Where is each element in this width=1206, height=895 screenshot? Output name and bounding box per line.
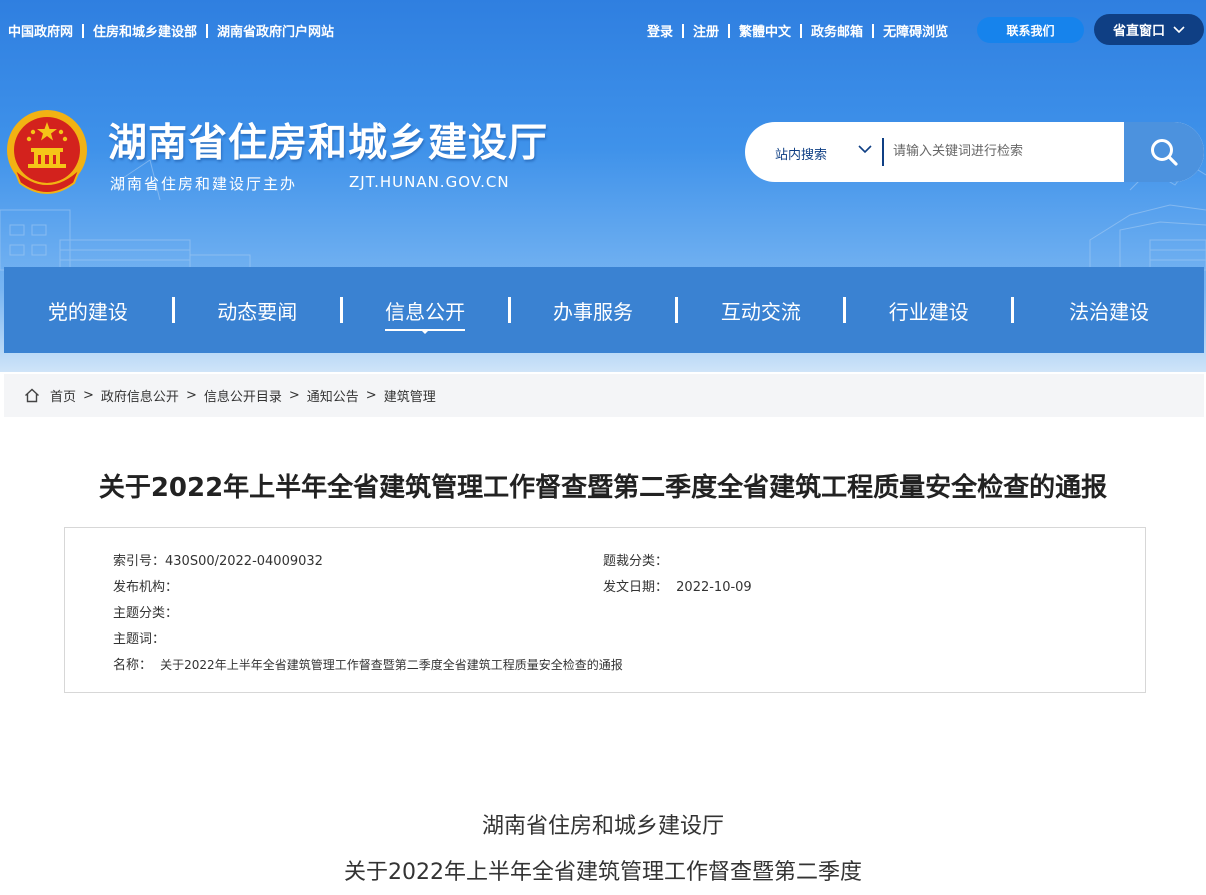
divider [872,23,875,38]
nav-item-industry[interactable]: 行业建设 [846,267,1011,353]
site-title[interactable]: 湖南省住房和城乡建设厅 [108,112,548,168]
site-url: ZJT.HUNAN.GOV.CN [349,173,510,191]
nav-item-news[interactable]: 动态要闻 [175,267,340,353]
breadcrumb-arrow-icon: > [83,388,94,403]
breadcrumb-arrow-icon: > [185,388,197,403]
meta-name: 名称： 关于2022年上半年全省建筑管理工作督查暨第二季度全省建筑工程质量安全检… [113,654,623,673]
gov-mail-link[interactable]: 政务邮箱 [811,21,863,40]
meta-keywords: 主题词： [113,632,166,647]
link-gov-cn[interactable]: 中国政府网 [8,21,73,40]
traditional-chinese-link[interactable]: 繁體中文 [739,21,791,40]
link-hunan-gov[interactable]: 湖南省政府门户网站 [217,21,334,40]
national-emblem-icon [7,110,87,194]
nav-item-label: 动态要闻 [217,299,298,324]
home-icon[interactable] [24,388,40,403]
nav-item-label: 党的建设 [47,299,128,324]
meta-name-value: 关于2022年上半年全省建筑管理工作督查暨第二季度全省建筑工程质量安全检查的通报 [160,658,623,672]
nav-item-label: 互动交流 [720,299,801,324]
chevron-down-icon [1173,25,1185,33]
metadata-box: 索引号：430S00/2022-04009032 题裁分类： 发布机构： 发文日… [64,527,1146,693]
divider [206,23,209,38]
meta-date-value: 2022-10-09 [676,580,752,595]
register-link[interactable]: 注册 [693,21,719,40]
nav-item-services[interactable]: 办事服务 [511,267,676,353]
nav-item-party-building[interactable]: 党的建设 [4,267,172,353]
login-link[interactable]: 登录 [647,21,673,40]
nav-item-label: 信息公开 [385,296,466,331]
divider [82,23,85,38]
divider [728,23,731,38]
contact-us-button[interactable]: 联系我们 [977,17,1084,43]
divider [882,138,884,166]
breadcrumb-gov-info[interactable]: 政府信息公开 [101,386,179,405]
search-icon [1151,139,1178,166]
breadcrumb: 首页 > 政府信息公开 > 信息公开目录 > 通知公告 > 建筑管理 [4,374,1204,417]
meta-date: 发文日期： 2022-10-09 [603,576,752,595]
search-input[interactable] [893,136,1113,166]
search-box: 站内搜索 [745,122,1204,182]
breadcrumb-catalog[interactable]: 信息公开目录 [204,386,282,405]
meta-topic: 主题分类： [113,606,179,621]
meta-name-label: 名称： [113,658,153,673]
divider [682,23,685,38]
search-scope-select[interactable]: 站内搜索 [775,144,827,163]
meta-publisher: 发布机构： [113,580,179,595]
main-nav: 党的建设 动态要闻 信息公开 办事服务 互动交流 行业建设 法治建设 [4,267,1204,353]
province-window-label: 省直窗口 [1112,24,1165,39]
article-title: 关于2022年上半年全省建筑管理工作督查暨第二季度全省建筑工程质量安全检查的通报 [98,473,1108,503]
body-issuer: 湖南省住房和城乡建设厅 [481,814,724,839]
divider [800,23,803,38]
top-bar: 中国政府网 住房和城乡建设部 湖南省政府门户网站 登录 注册 繁體中文 政务邮箱… [0,0,1206,60]
meta-index-no: 索引号：430S00/2022-04009032 [113,554,323,569]
accessibility-link[interactable]: 无障碍浏览 [883,21,948,40]
nav-item-label: 行业建设 [888,299,969,324]
active-indicator-icon [421,330,430,334]
search-button[interactable] [1124,122,1204,182]
breadcrumb-arrow-icon: > [288,388,300,403]
breadcrumb-home[interactable]: 首页 [50,386,76,405]
breadcrumb-notices[interactable]: 通知公告 [307,386,359,405]
external-links: 中国政府网 住房和城乡建设部 湖南省政府门户网站 [8,21,334,40]
province-window-dropdown[interactable]: 省直窗口 [1094,14,1204,45]
nav-item-label: 法治建设 [1069,299,1150,324]
user-links: 登录 注册 繁體中文 政务邮箱 无障碍浏览 [647,21,948,40]
link-mohurd[interactable]: 住房和城乡建设部 [93,21,197,40]
meta-category: 题裁分类： [603,554,669,569]
nav-item-label: 办事服务 [553,299,633,324]
chevron-down-icon[interactable] [858,144,872,154]
site-subtitle: 湖南省住房和建设厅主办 [110,175,298,193]
nav-item-info-disclosure[interactable]: 信息公开 [343,267,508,353]
breadcrumb-construction[interactable]: 建筑管理 [384,386,436,405]
body-heading: 关于2022年上半年全省建筑管理工作督查暨第二季度 [344,860,862,885]
breadcrumb-arrow-icon: > [365,388,377,403]
nav-item-interaction[interactable]: 互动交流 [678,267,843,353]
meta-date-label: 发文日期： [603,580,669,595]
nav-item-rule-of-law[interactable]: 法治建设 [1014,267,1204,353]
